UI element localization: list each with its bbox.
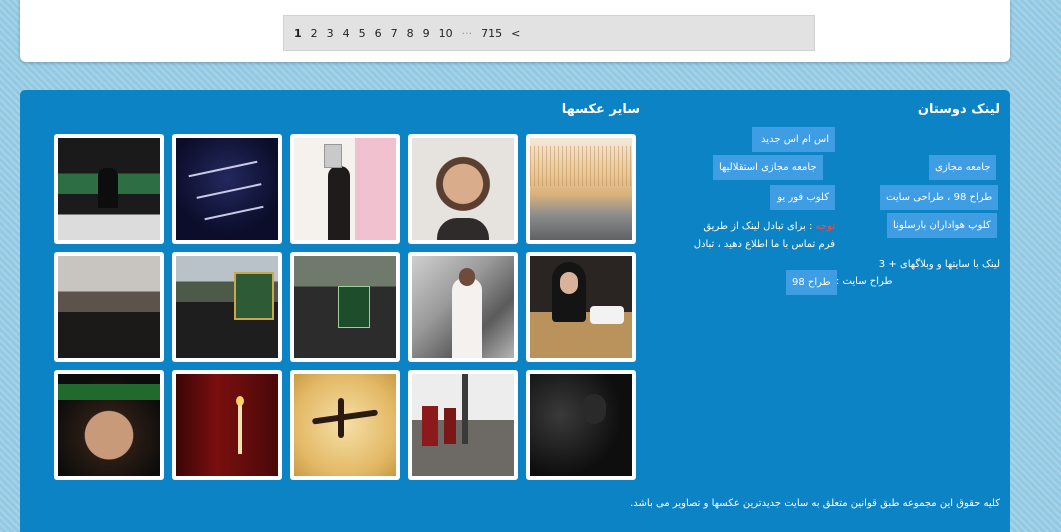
gallery-thumb-2[interactable] — [408, 134, 518, 244]
page-link-10[interactable]: 10 — [439, 27, 453, 40]
gallery-thumb-11[interactable] — [526, 370, 636, 480]
page-link-2[interactable]: 2 — [311, 27, 318, 40]
note-text-1: : برای تبادل لینک از طریق — [703, 221, 816, 232]
pagination: 1 2 3 4 5 6 7 8 9 10 ··· 715 < — [283, 15, 815, 51]
photo-red-cloth-candle — [176, 374, 278, 476]
page-link-1[interactable]: 1 — [294, 27, 302, 40]
photo-man-at-podium — [294, 138, 396, 240]
page-link-8[interactable]: 8 — [407, 27, 414, 40]
gallery-thumb-10[interactable] — [54, 252, 164, 362]
photo-mourning-ceremony — [58, 138, 160, 240]
photo-ashura-calligraphy — [294, 374, 396, 476]
photo-crowd-shrine — [176, 256, 278, 358]
photo-child-green-headband — [58, 374, 160, 476]
photo-procession-banner — [294, 256, 396, 358]
site-designer-link[interactable]: طراح 98 — [786, 270, 837, 295]
friend-link-esteghlal[interactable]: جامعه مجازی استقلالیها — [713, 155, 823, 180]
page-link-last[interactable]: 715 — [481, 27, 502, 40]
gallery-thumb-4[interactable] — [172, 134, 282, 244]
gallery-thumb-8[interactable] — [290, 252, 400, 362]
photo-noodles-factory — [530, 138, 632, 240]
page-link-6[interactable]: 6 — [375, 27, 382, 40]
gallery-thumb-3[interactable] — [290, 134, 400, 244]
page-link-3[interactable]: 3 — [327, 27, 334, 40]
friend-link-social[interactable]: جامعه مجازی — [929, 155, 997, 180]
photo-night-gathering — [530, 374, 632, 476]
friend-link-tarah98[interactable]: طراح 98 ، طراحی سایت — [880, 185, 999, 210]
photo-calligraphy-night — [176, 138, 278, 240]
pagination-ellipsis: ··· — [461, 26, 473, 40]
bottom-panel: لینک دوستان جامعه مجازی طراح 98 ، طراحی … — [20, 90, 1010, 532]
page-link-9[interactable]: 9 — [423, 27, 430, 40]
gallery-thumb-6[interactable] — [526, 252, 636, 362]
top-content-card: 1 2 3 4 5 6 7 8 9 10 ··· 715 < — [20, 0, 1010, 62]
gallery-thumb-15[interactable] — [54, 370, 164, 480]
photo-smiling-man — [412, 138, 514, 240]
link-exchange-note-line3: لینک با سایتها و وبلاگهای + 3 — [878, 259, 1000, 270]
photo-crowd-street — [58, 256, 160, 358]
page-link-4[interactable]: 4 — [343, 27, 350, 40]
photo-flags-procession — [412, 374, 514, 476]
site-designer-label: طراح سایت : — [836, 276, 893, 287]
gallery-thumb-1[interactable] — [526, 134, 636, 244]
friend-link-barcelona[interactable]: کلوپ هواداران بارسلونا — [887, 213, 997, 238]
gallery-thumb-14[interactable] — [172, 370, 282, 480]
gallery-title: سایر عکسها — [561, 102, 640, 117]
note-label: توجه — [815, 221, 836, 232]
next-page-button[interactable]: < — [511, 27, 520, 40]
link-exchange-note-line1: توجه : برای تبادل لینک از طریق — [703, 221, 835, 232]
friend-link-sms[interactable]: اس ام اس جدید — [752, 127, 835, 152]
photo-woman-serving-food — [530, 256, 632, 358]
friends-links-title: لینک دوستان — [917, 102, 1000, 117]
link-exchange-note-line2: فرم تماس با ما اطلاع دهید ، تبادل — [693, 239, 835, 250]
photo-woman-graffiti — [412, 256, 514, 358]
gallery-thumb-7[interactable] — [408, 252, 518, 362]
copyright-text: کلیه حقوق این مجموعه طبق قوانین متعلق به… — [630, 498, 1000, 509]
gallery-thumb-12[interactable] — [408, 370, 518, 480]
page-link-5[interactable]: 5 — [359, 27, 366, 40]
gallery-thumb-13[interactable] — [290, 370, 400, 480]
gallery-thumb-5[interactable] — [54, 134, 164, 244]
gallery-thumb-9[interactable] — [172, 252, 282, 362]
friend-link-club-for-you[interactable]: کلوب فور یو — [770, 185, 835, 210]
page-link-7[interactable]: 7 — [391, 27, 398, 40]
